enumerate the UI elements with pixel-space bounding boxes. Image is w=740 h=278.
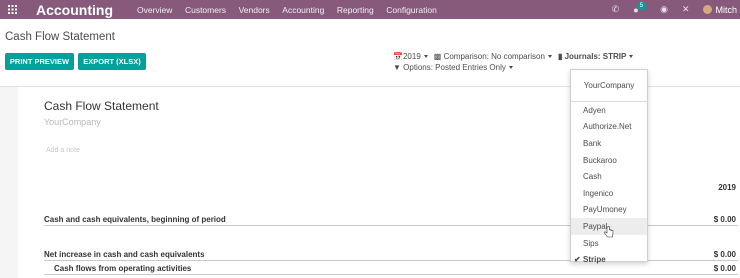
journal-option-ingenico[interactable]: Ingenico	[571, 185, 647, 202]
calendar-icon: 📅	[393, 52, 403, 61]
menu-overview[interactable]: Overview	[137, 5, 172, 15]
comparison-filter[interactable]: ▩ Comparison: No comparison	[434, 52, 552, 61]
navbar-systray: ✆ ● 5 ◉ ✕ Mitch	[598, 0, 740, 19]
avatar	[703, 5, 713, 14]
journal-option-cash[interactable]: Cash	[571, 168, 647, 185]
report-row-amount: $ 0.00	[713, 263, 736, 273]
report-row-amount: $ 0.00	[713, 214, 736, 224]
bar-chart-icon: ▩	[433, 52, 442, 61]
apps-menu-button[interactable]	[0, 0, 24, 19]
journals-filter[interactable]: ▮ Journals: STRIP	[557, 52, 634, 61]
report-row-label: Net increase in cash and cash equivalent…	[44, 249, 205, 259]
user-name: Mitch	[715, 4, 737, 15]
journal-option-stripe[interactable]: ✔ Stripe	[571, 251, 647, 268]
user-menu[interactable]: Mitch	[703, 5, 737, 15]
year-column-header: 2019	[718, 183, 736, 192]
print-preview-button[interactable]: PRINT PREVIEW	[5, 53, 74, 70]
chevron-down-icon	[508, 66, 513, 70]
page-title: Cash Flow Statement	[5, 31, 115, 43]
date-filter[interactable]: 📅2019	[393, 52, 428, 61]
menu-customers[interactable]: Customers	[185, 5, 226, 15]
journal-option-authorize-net[interactable]: Authorize.Net	[571, 119, 647, 136]
export-xlsx-button[interactable]: EXPORT (XLSX)	[78, 53, 146, 70]
journal-option-bank[interactable]: Bank	[571, 135, 647, 152]
report-row-label: Cash flows from operating activities	[54, 263, 192, 273]
chevron-down-icon	[423, 55, 428, 59]
journal-option-stripe-label: Stripe	[583, 255, 606, 265]
main-menu: Overview Customers Vendors Accounting Re…	[137, 5, 447, 15]
menu-reporting[interactable]: Reporting	[337, 5, 374, 15]
phone-icon[interactable]: ✆	[612, 4, 620, 15]
journal-option-adyen[interactable]: Adyen	[571, 102, 647, 119]
close-icon[interactable]: ✕	[682, 4, 690, 15]
book-icon: ▮	[557, 52, 563, 61]
speech-bubble-icon[interactable]: ◉	[660, 4, 668, 15]
comparison-filter-label: Comparison: No comparison	[443, 52, 545, 61]
message-count-badge: 5	[636, 1, 647, 10]
menu-accounting[interactable]: Accounting	[282, 5, 324, 15]
journal-option-payumoney[interactable]: PayUmoney	[571, 202, 647, 219]
chevron-down-icon	[547, 55, 552, 59]
top-navbar: Accounting Overview Customers Vendors Ac…	[0, 0, 740, 19]
date-filter-label: 2019	[402, 52, 421, 61]
menu-vendors[interactable]: Vendors	[239, 5, 270, 15]
menu-configuration[interactable]: Configuration	[386, 5, 437, 15]
journal-option-buckaroo[interactable]: Buckaroo	[571, 152, 647, 169]
apps-grid-icon	[7, 5, 17, 14]
report-row-amount: $ 0.00	[713, 249, 736, 259]
filter-icon: ▼	[393, 63, 401, 72]
journals-filter-label: Journals: STRIP	[564, 52, 627, 61]
report-row-label: Cash and cash equivalents, beginning of …	[44, 214, 226, 224]
report-title: Cash Flow Statement	[44, 99, 159, 113]
dropdown-company-header: YourCompany	[571, 70, 647, 102]
options-filter[interactable]: ▼ Options: Posted Entries Only	[393, 63, 513, 72]
app-title[interactable]: Accounting	[36, 2, 113, 18]
report-note-input[interactable]: Add a note	[46, 147, 80, 154]
report-company: YourCompany	[44, 117, 101, 127]
options-filter-label: Options: Posted Entries Only	[403, 63, 506, 72]
hand-cursor-icon	[604, 226, 614, 238]
check-icon: ✔	[574, 255, 581, 265]
chevron-down-icon	[629, 55, 634, 59]
